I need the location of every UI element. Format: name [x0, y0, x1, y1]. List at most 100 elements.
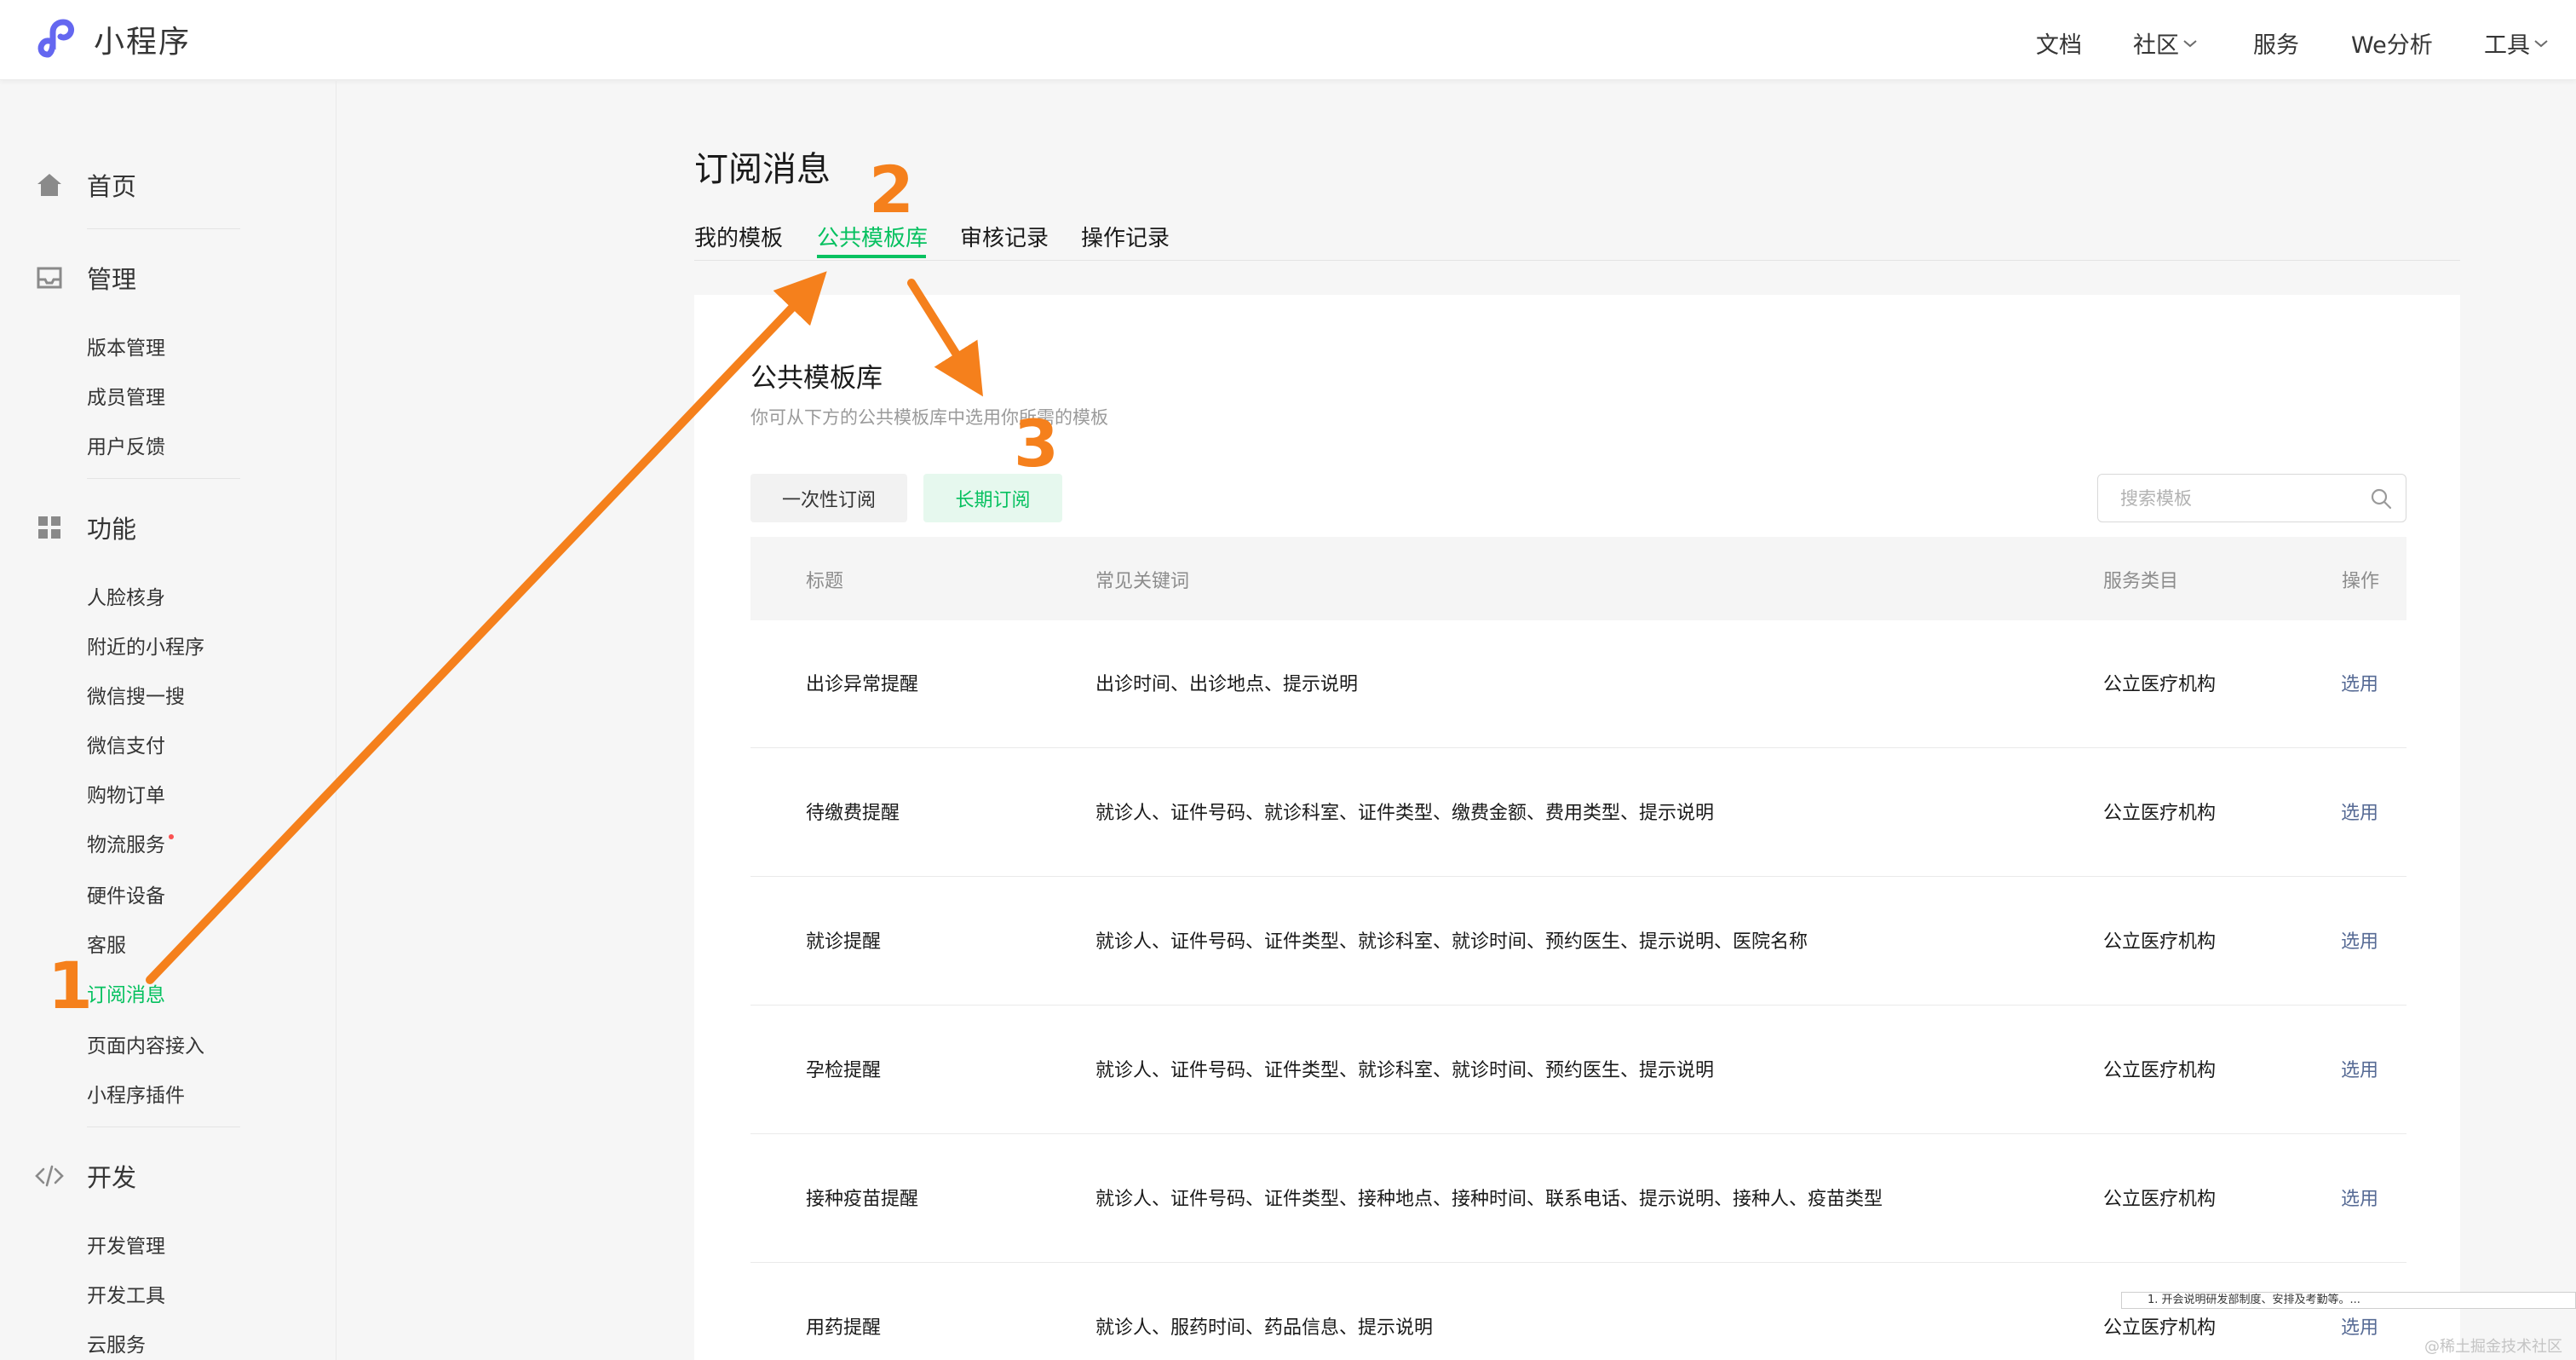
sidebar-item-logistics[interactable]: 物流服务	[87, 828, 174, 857]
select-template-link[interactable]: 选用	[2341, 798, 2378, 825]
sidebar-group-dev[interactable]: 开发	[34, 1158, 136, 1194]
page-title: 订阅消息	[694, 150, 831, 189]
sidebar-item-customer-service[interactable]: 客服	[87, 929, 126, 958]
sidebar-item-dev-manage[interactable]: 开发管理	[87, 1230, 165, 1259]
table-row: 用药提醒 就诊人、服药时间、药品信息、提示说明 公立医疗机构 选用	[750, 1263, 2406, 1360]
segment-one-time[interactable]: 一次性订阅	[750, 474, 907, 522]
top-header: 小程序 文档 社区 服务 We分析 工具	[0, 0, 2576, 80]
row-category: 公立医疗机构	[2103, 803, 2217, 824]
row-title: 孕检提醒	[806, 1060, 882, 1081]
table-row: 待缴费提醒 就诊人、证件号码、就诊科室、证件类型、缴费金额、费用类型、提示说明 …	[750, 748, 2406, 877]
nav-docs-label: 文档	[2036, 32, 2082, 59]
tab-operation-records[interactable]: 操作记录	[1081, 221, 1170, 252]
library-title: 公共模板库	[750, 363, 883, 394]
column-header-title: 标题	[806, 571, 844, 592]
row-title: 就诊提醒	[806, 931, 882, 953]
sidebar-item-wechat-pay[interactable]: 微信支付	[87, 729, 165, 758]
row-keywords: 就诊人、证件号码、证件类型、就诊科室、就诊时间、预约医生、提示说明、医院名称	[1095, 931, 1808, 953]
table-row: 就诊提醒 就诊人、证件号码、证件类型、就诊科室、就诊时间、预约医生、提示说明、医…	[750, 877, 2406, 1006]
chevron-down-icon	[2534, 39, 2548, 47]
row-category: 公立医疗机构	[2103, 1060, 2217, 1081]
annotation-step-3: 3	[1014, 406, 1059, 481]
tab-review-records[interactable]: 审核记录	[960, 221, 1049, 252]
grid-icon	[38, 516, 60, 539]
annotation-step-1: 1	[48, 948, 93, 1023]
tooltip-popup: 1. 开会说明研发部制度、安排及考勤等。...	[2121, 1292, 2576, 1309]
row-title: 出诊异常提醒	[806, 674, 919, 695]
sidebar-group-dev-label: 开发	[87, 1163, 137, 1192]
sidebar-item-subscribe-message[interactable]: 订阅消息	[87, 978, 165, 1007]
sidebar-group-manage[interactable]: 管理	[34, 260, 136, 296]
sidebar-item-home-label: 首页	[87, 172, 137, 201]
sidebar-group-features-label: 功能	[87, 515, 137, 544]
chevron-down-icon	[2183, 39, 2197, 47]
sidebar-item-hardware[interactable]: 硬件设备	[87, 879, 165, 908]
sidebar-divider	[87, 228, 240, 229]
select-template-link[interactable]: 选用	[2341, 926, 2378, 954]
row-category: 公立医疗机构	[2103, 1189, 2217, 1210]
sidebar-group-manage-label: 管理	[87, 265, 137, 294]
table-row: 孕检提醒 就诊人、证件号码、证件类型、就诊科室、就诊时间、预约医生、提示说明 公…	[750, 1006, 2406, 1134]
nav-services[interactable]: 服务	[2253, 26, 2299, 60]
tab-bar: 我的模板 公共模板库 审核记录 操作记录	[694, 217, 2460, 261]
nav-tools[interactable]: 工具	[2484, 26, 2549, 60]
sidebar-item-wechat-search[interactable]: 微信搜一搜	[87, 680, 185, 709]
nav-services-label: 服务	[2253, 32, 2299, 59]
inbox-icon	[37, 267, 62, 289]
sidebar-divider	[87, 478, 240, 479]
column-header-action: 操作	[2342, 571, 2380, 592]
nav-community-label: 社区	[2133, 32, 2179, 59]
tab-my-templates[interactable]: 我的模板	[694, 221, 783, 252]
select-template-link[interactable]: 选用	[2341, 669, 2378, 696]
row-keywords: 就诊人、服药时间、药品信息、提示说明	[1095, 1317, 1434, 1339]
row-keywords: 就诊人、证件号码、证件类型、就诊科室、就诊时间、预约医生、提示说明	[1095, 1060, 1715, 1081]
row-keywords: 就诊人、证件号码、证件类型、接种地点、接种时间、联系电话、提示说明、接种人、疫苗…	[1095, 1189, 1883, 1210]
column-header-keywords: 常见关键词	[1095, 571, 1190, 592]
nav-docs[interactable]: 文档	[2036, 26, 2082, 60]
mini-program-logo-icon	[37, 19, 75, 58]
app-title: 小程序	[94, 25, 192, 60]
row-category: 公立医疗机构	[2103, 1317, 2217, 1339]
sidebar-item-home[interactable]: 首页	[34, 167, 136, 203]
sidebar-item-feedback[interactable]: 用户反馈	[87, 430, 165, 459]
sidebar-item-orders[interactable]: 购物订单	[87, 779, 165, 808]
sidebar-item-version[interactable]: 版本管理	[87, 331, 165, 360]
nav-community[interactable]: 社区	[2133, 26, 2198, 60]
sidebar-item-face-verify[interactable]: 人脸核身	[87, 581, 165, 610]
sidebar-item-plugins[interactable]: 小程序插件	[87, 1079, 185, 1108]
sidebar-item-page-content[interactable]: 页面内容接入	[87, 1029, 204, 1058]
sidebar-group-features[interactable]: 功能	[34, 510, 136, 545]
nav-we-analytics-label: We分析	[2351, 32, 2433, 59]
table-row: 出诊异常提醒 出诊时间、出诊地点、提示说明 公立医疗机构 选用	[750, 619, 2406, 748]
sidebar-item-nearby[interactable]: 附近的小程序	[87, 631, 204, 660]
active-tab-indicator	[817, 255, 926, 258]
column-header-category: 服务类目	[2103, 571, 2179, 592]
nav-we-analytics[interactable]: We分析	[2351, 26, 2433, 60]
row-title: 用药提醒	[806, 1317, 882, 1339]
sidebar-item-members[interactable]: 成员管理	[87, 381, 165, 410]
nav-tools-label: 工具	[2484, 32, 2530, 59]
row-category: 公立医疗机构	[2103, 674, 2217, 695]
row-keywords: 就诊人、证件号码、就诊科室、证件类型、缴费金额、费用类型、提示说明	[1095, 803, 1715, 824]
row-category: 公立医疗机构	[2103, 931, 2217, 953]
search-input[interactable]	[2120, 475, 2359, 522]
annotation-step-2: 2	[869, 152, 914, 228]
row-title: 接种疫苗提醒	[806, 1189, 919, 1210]
table-header: 标题 常见关键词 服务类目 操作	[750, 537, 2406, 620]
search-icon[interactable]	[2370, 487, 2392, 510]
app-logo[interactable]: 小程序	[36, 17, 191, 61]
row-title: 待缴费提醒	[806, 803, 900, 824]
sidebar-item-logistics-label: 物流服务	[87, 834, 165, 856]
select-template-link[interactable]: 选用	[2341, 1184, 2378, 1211]
select-template-link[interactable]: 选用	[2341, 1055, 2378, 1082]
notification-dot	[169, 834, 174, 839]
code-icon	[35, 1165, 64, 1187]
sidebar-item-dev-tools[interactable]: 开发工具	[87, 1279, 165, 1308]
select-template-link[interactable]: 选用	[2341, 1312, 2378, 1340]
sidebar-item-cloud[interactable]: 云服务	[87, 1328, 146, 1357]
home-icon	[37, 174, 61, 196]
watermark: @稀土掘金技术社区	[2424, 1338, 2562, 1356]
template-search	[2097, 474, 2406, 522]
row-keywords: 出诊时间、出诊地点、提示说明	[1095, 674, 1359, 695]
table-row: 接种疫苗提醒 就诊人、证件号码、证件类型、接种地点、接种时间、联系电话、提示说明…	[750, 1134, 2406, 1263]
